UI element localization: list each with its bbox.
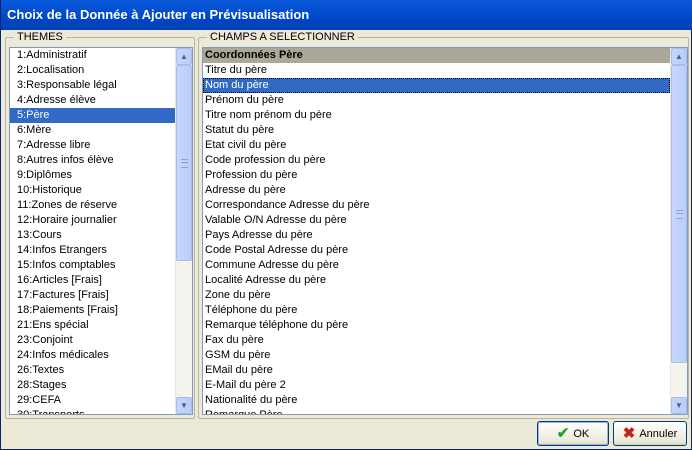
field-list-item[interactable]: EMail du père — [203, 363, 670, 378]
theme-list-item[interactable]: 28:Stages — [10, 378, 175, 393]
theme-list-item[interactable]: 5:Père — [10, 108, 175, 123]
fields-header-row: Coordonnées Père — [203, 48, 670, 63]
field-list-item[interactable]: Correspondance Adresse du père — [203, 198, 670, 213]
theme-list-item[interactable]: 15:Infos comptables — [10, 258, 175, 273]
theme-list-item[interactable]: 1:Administratif — [10, 48, 175, 63]
field-list-item[interactable]: Titre du père — [203, 63, 670, 78]
scroll-thumb[interactable] — [176, 65, 192, 261]
scroll-down-arrow-icon[interactable]: ▼ — [176, 397, 192, 414]
field-list-item[interactable]: Profession du père — [203, 168, 670, 183]
theme-list-item[interactable]: 16:Articles [Frais] — [10, 273, 175, 288]
theme-list-item[interactable]: 11:Zones de réserve — [10, 198, 175, 213]
window-title: Choix de la Donnée à Ajouter en Prévisua… — [1, 0, 692, 30]
field-list-item[interactable]: Pays Adresse du père — [203, 228, 670, 243]
theme-list-item[interactable]: 14:Infos Etrangers — [10, 243, 175, 258]
theme-list-item[interactable]: 21:Ens spécial — [10, 318, 175, 333]
field-list-item[interactable]: Adresse du père — [203, 183, 670, 198]
cancel-button[interactable]: ✖ Annuler — [613, 421, 687, 446]
x-icon: ✖ — [622, 425, 636, 442]
cancel-button-label: Annuler — [639, 427, 678, 440]
theme-list-item[interactable]: 29:CEFA — [10, 393, 175, 408]
scroll-down-arrow-icon[interactable]: ▼ — [671, 397, 687, 414]
field-list-item[interactable]: Etat civil du père — [203, 138, 670, 153]
field-list-item[interactable]: Fax du père — [203, 333, 670, 348]
theme-list-item[interactable]: 6:Mère — [10, 123, 175, 138]
theme-list-item[interactable]: 17:Factures [Frais] — [10, 288, 175, 303]
theme-list-item[interactable]: 7:Adresse libre — [10, 138, 175, 153]
field-list-item[interactable]: Nom du père — [203, 78, 670, 93]
field-list-item[interactable]: Statut du père — [203, 123, 670, 138]
field-list-item[interactable]: GSM du père — [203, 348, 670, 363]
theme-list-item[interactable]: 4:Adresse élève — [10, 93, 175, 108]
fields-group: CHAMPS A SELECTIONNER Coordonnées Père T… — [198, 31, 689, 419]
ok-button-label: OK — [573, 427, 590, 440]
field-list-item[interactable]: Zone du père — [203, 288, 670, 303]
field-list-item[interactable]: Commune Adresse du père — [203, 258, 670, 273]
themes-scrollbar[interactable]: ▲ ▼ — [175, 48, 192, 414]
themes-listbox[interactable]: 1:Administratif 2:Localisation 3:Responsab… — [9, 47, 193, 415]
field-list-item[interactable]: E-Mail du père 2 — [203, 378, 670, 393]
field-list-item[interactable]: Code Postal Adresse du père — [203, 243, 670, 258]
field-list-item[interactable]: Remarque téléphone du père — [203, 318, 670, 333]
themes-group: THEMES 1:Administratif 2:Localisation 3:Re… — [5, 31, 195, 419]
field-list-item[interactable]: Téléphone du père — [203, 303, 670, 318]
theme-list-item[interactable]: 23:Conjoint — [10, 333, 175, 348]
fields-scrollbar[interactable]: ▲ ▼ — [670, 48, 687, 414]
theme-list-item[interactable]: 8:Autres infos élève — [10, 153, 175, 168]
scroll-up-arrow-icon[interactable]: ▲ — [671, 48, 687, 65]
field-list-item[interactable]: Remarque Père — [203, 408, 670, 414]
theme-list-item[interactable]: 24:Infos médicales — [10, 348, 175, 363]
scroll-thumb[interactable] — [671, 65, 687, 363]
theme-list-item[interactable]: 30:Transports — [10, 408, 175, 414]
themes-group-label: THEMES — [14, 31, 66, 43]
theme-list-item[interactable]: 9:Diplômes — [10, 168, 175, 183]
theme-list-item[interactable]: 3:Responsable légal — [10, 78, 175, 93]
theme-list-item[interactable]: 10:Historique — [10, 183, 175, 198]
theme-list-item[interactable]: 2:Localisation — [10, 63, 175, 78]
field-list-item[interactable]: Code profession du père — [203, 153, 670, 168]
field-list-item[interactable]: Localité Adresse du père — [203, 273, 670, 288]
scroll-up-arrow-icon[interactable]: ▲ — [176, 48, 192, 65]
fields-items: Coordonnées Père Titre du père Nom du pèr… — [203, 48, 670, 414]
theme-list-item[interactable]: 12:Horaire journalier — [10, 213, 175, 228]
themes-items: 1:Administratif 2:Localisation 3:Responsab… — [10, 48, 175, 414]
field-list-item[interactable]: Valable O/N Adresse du père — [203, 213, 670, 228]
ok-button[interactable]: ✔ OK — [537, 421, 609, 446]
check-icon: ✔ — [556, 425, 570, 442]
field-list-item[interactable]: Prénom du père — [203, 93, 670, 108]
dialog-window: Choix de la Donnée à Ajouter en Prévisua… — [0, 0, 692, 450]
theme-list-item[interactable]: 26:Textes — [10, 363, 175, 378]
field-list-item[interactable]: Titre nom prénom du père — [203, 108, 670, 123]
field-list-item[interactable]: Nationalité du père — [203, 393, 670, 408]
fields-listbox[interactable]: Coordonnées Père Titre du père Nom du pèr… — [202, 47, 688, 415]
theme-list-item[interactable]: 18:Paiements [Frais] — [10, 303, 175, 318]
fields-group-label: CHAMPS A SELECTIONNER — [207, 31, 358, 43]
theme-list-item[interactable]: 13:Cours — [10, 228, 175, 243]
